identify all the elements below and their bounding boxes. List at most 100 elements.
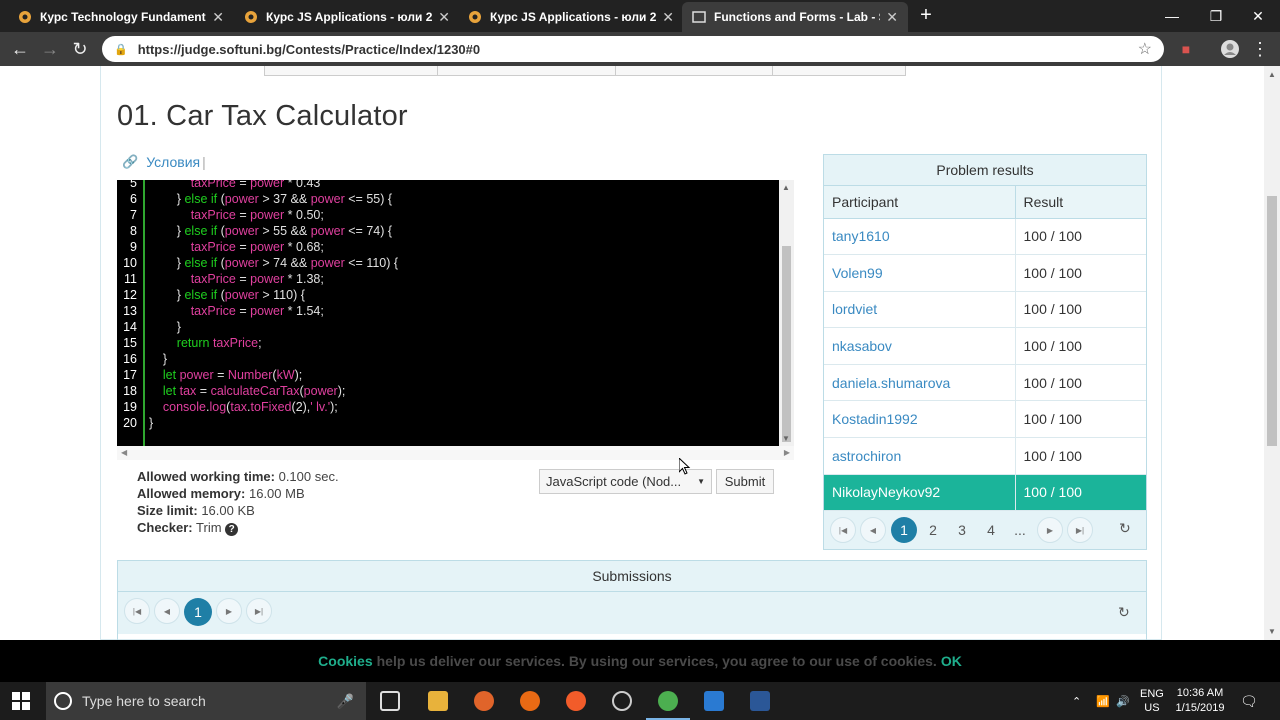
code-line[interactable]: 6 } else if (power > 37 && power <= 55) … [117, 192, 779, 208]
code-line[interactable]: 8 } else if (power > 55 && power <= 74) … [117, 224, 779, 240]
windows-start-icon[interactable] [12, 692, 30, 710]
participant-link[interactable]: tany1610 [824, 218, 1016, 256]
editor-horizontal-scrollbar[interactable]: ◀ ▶ [117, 446, 794, 460]
participant-link[interactable]: astrochiron [824, 437, 1016, 475]
scroll-up-icon[interactable]: ▲ [782, 183, 790, 192]
browser-tab-4[interactable]: Functions and Forms - Lab - So ✕ [682, 2, 908, 32]
menu-icon[interactable]: ⋮ [1248, 37, 1272, 61]
browser-tab-1[interactable]: Курс Technology Fundamentals ✕ [8, 2, 234, 32]
code-line[interactable]: 9 taxPrice = power * 0.68; [117, 240, 779, 256]
code-line[interactable]: 11 taxPrice = power * 1.38; [117, 272, 779, 288]
browser-tab-3[interactable]: Курс JS Applications - юли 20 ✕ [458, 2, 684, 32]
close-window-button[interactable]: ✕ [1236, 0, 1280, 32]
checker-label: Checker: [137, 520, 193, 535]
last-page-icon[interactable]: ▶| [1067, 517, 1093, 543]
vscode-icon[interactable] [704, 691, 724, 711]
close-icon[interactable]: ✕ [438, 9, 450, 26]
extension-icon[interactable]: ■ [1174, 37, 1198, 61]
code-line[interactable]: 17 let power = Number(kW); [117, 368, 779, 384]
browser-tab-2[interactable]: Курс JS Applications - юли 20 ✕ [234, 2, 460, 32]
microphone-icon[interactable]: 🎤 [337, 693, 354, 710]
forward-icon[interactable]: → [38, 37, 62, 61]
line-number: 20 [123, 416, 137, 430]
app-icon[interactable] [612, 691, 632, 711]
prev-page-icon[interactable]: ◀ [154, 598, 180, 624]
reload-icon[interactable]: ↻ [68, 37, 92, 61]
scroll-down-icon[interactable]: ▼ [1268, 627, 1276, 636]
code-line[interactable]: 12 } else if (power > 110) { [117, 288, 779, 304]
page-scrollbar[interactable]: ▲ ▼ [1264, 66, 1280, 640]
participant-link[interactable]: nkasabov [824, 327, 1016, 365]
code-line[interactable]: 10 } else if (power > 74 && power <= 110… [117, 256, 779, 272]
code-line[interactable]: 13 taxPrice = power * 1.54; [117, 304, 779, 320]
code-line[interactable]: 16 } [117, 352, 779, 368]
file-explorer-icon[interactable] [428, 691, 448, 711]
participant-link[interactable]: NikolayNeykov92 [824, 474, 1016, 512]
page-3-button[interactable]: 3 [949, 517, 975, 543]
firefox-icon[interactable] [474, 691, 494, 711]
first-page-icon[interactable]: |◀ [830, 517, 856, 543]
taskbar-clock[interactable]: 10:36 AM 1/15/2019 [1170, 686, 1230, 716]
page-1-button[interactable]: 1 [184, 598, 212, 626]
code-line[interactable]: 14 } [117, 320, 779, 336]
participant-link[interactable]: Volen99 [824, 254, 1016, 292]
network-icon[interactable]: 📶 [1096, 682, 1110, 720]
next-page-icon[interactable]: ▶ [1037, 517, 1063, 543]
participant-link[interactable]: Kostadin1992 [824, 400, 1016, 439]
profile-avatar-icon[interactable] [1218, 37, 1242, 61]
task-view-icon[interactable] [380, 691, 400, 711]
code-editor[interactable]: 5 taxPrice = power * 0.43 6 } else if (po… [117, 180, 779, 446]
close-icon[interactable]: ✕ [886, 9, 898, 26]
last-page-icon[interactable]: ▶| [246, 598, 272, 624]
help-icon[interactable]: ? [225, 523, 239, 536]
volume-icon[interactable]: 🔊 [1116, 682, 1130, 720]
code-line[interactable]: 18 let tax = calculateCarTax(power); [117, 384, 779, 400]
word-icon[interactable] [750, 691, 770, 711]
submit-button[interactable]: Submit [716, 469, 774, 494]
cookie-ok-button[interactable]: OK [941, 653, 962, 669]
chrome-icon[interactable] [646, 691, 690, 720]
code-line[interactable]: 15 return taxPrice; [117, 336, 779, 352]
first-page-icon[interactable]: |◀ [124, 598, 150, 624]
softuni-icon [244, 10, 258, 24]
prev-page-icon[interactable]: ◀ [860, 517, 886, 543]
page-4-button[interactable]: 4 [978, 517, 1004, 543]
back-icon[interactable]: ← [8, 37, 32, 61]
scroll-thumb[interactable] [782, 246, 791, 442]
code-line[interactable]: 19 console.log(tax.toFixed(2),' lv.'); [117, 400, 779, 416]
close-icon[interactable]: ✕ [212, 9, 224, 26]
app-icon[interactable] [566, 691, 586, 711]
page-2-button[interactable]: 2 [920, 517, 946, 543]
page-1-button[interactable]: 1 [891, 517, 917, 543]
conditions-link[interactable]: 🔗 Условия | [122, 154, 206, 170]
minimize-button[interactable]: — [1150, 0, 1194, 32]
maximize-button[interactable]: ❐ [1194, 0, 1238, 32]
scroll-left-icon[interactable]: ◀ [121, 448, 127, 457]
scroll-thumb[interactable] [1267, 196, 1277, 446]
participant-link[interactable]: lordviet [824, 291, 1016, 329]
address-bar[interactable]: 🔒 https://judge.softuni.bg/Contests/Prac… [102, 36, 1164, 62]
result-value: 100 / 100 [1015, 400, 1146, 439]
taskbar-search[interactable]: Type here to search 🎤 [46, 682, 366, 720]
next-page-icon[interactable]: ▶ [216, 598, 242, 624]
scroll-right-icon[interactable]: ▶ [784, 448, 790, 457]
participant-link[interactable]: daniela.shumarova [824, 364, 1016, 402]
line-number: 7 [130, 208, 137, 222]
language-indicator[interactable]: ENG US [1140, 682, 1164, 720]
refresh-icon[interactable]: ↻ [1119, 520, 1131, 537]
tray-chevron-icon[interactable]: ⌃ [1072, 682, 1081, 720]
notifications-icon[interactable]: 🗨 [1240, 682, 1258, 720]
scroll-down-icon[interactable]: ▼ [782, 434, 790, 443]
code-line[interactable]: 5 taxPrice = power * 0.43 [117, 180, 779, 192]
bookmark-star-icon[interactable]: ☆ [1138, 39, 1152, 59]
editor-vertical-scrollbar[interactable]: ▲ ▼ [779, 180, 794, 446]
vlc-icon[interactable] [520, 691, 540, 711]
code-line[interactable]: 7 taxPrice = power * 0.50; [117, 208, 779, 224]
refresh-icon[interactable]: ↻ [1118, 604, 1130, 621]
scroll-up-icon[interactable]: ▲ [1268, 70, 1276, 79]
close-icon[interactable]: ✕ [662, 9, 674, 26]
code-line[interactable]: 20} [117, 416, 779, 432]
lang-region: US [1144, 702, 1160, 714]
new-tab-button[interactable]: + [914, 4, 938, 27]
size-label: Size limit: [137, 503, 198, 518]
